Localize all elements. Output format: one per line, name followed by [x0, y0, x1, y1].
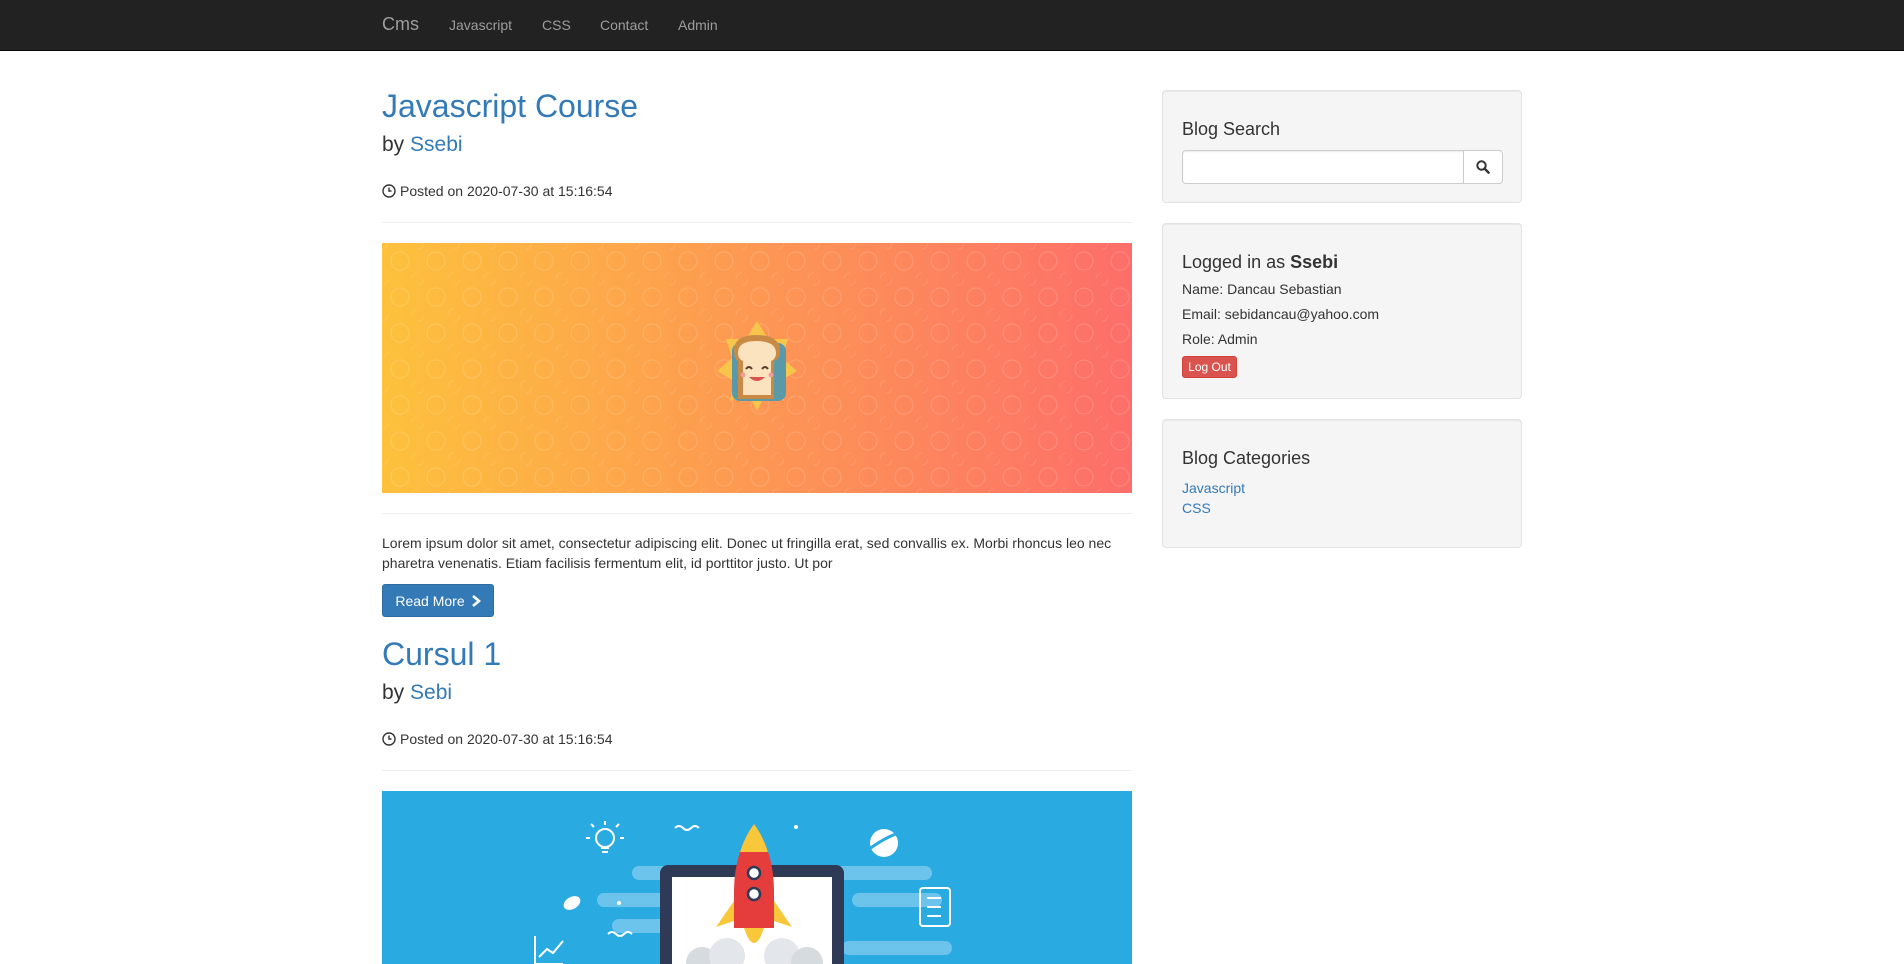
post-title[interactable]: Javascript Course — [382, 88, 638, 125]
post-date-text: Posted on 2020-07-30 at 15:16:54 — [400, 731, 613, 747]
post-title[interactable]: Cursul 1 — [382, 636, 501, 673]
nav-link-contact[interactable]: Contact — [600, 17, 648, 33]
byline-prefix: by — [382, 681, 405, 704]
byline-prefix: by — [382, 133, 405, 156]
post-date: Posted on 2020-07-30 at 15:16:54 — [382, 731, 613, 747]
search-icon — [1476, 160, 1490, 174]
category-link-javascript[interactable]: Javascript — [1182, 480, 1245, 496]
divider — [382, 513, 1132, 514]
logged-in-username: Ssebi — [1290, 252, 1339, 272]
nav-link-css[interactable]: CSS — [542, 17, 571, 33]
divider — [382, 222, 1132, 223]
post-byline: by Ssebi — [382, 133, 463, 157]
post-excerpt: Lorem ipsum dolor sit amet, consectetur … — [382, 535, 1112, 571]
post-author-link[interactable]: Ssebi — [410, 133, 463, 156]
logout-button[interactable]: Log Out — [1182, 356, 1237, 378]
post-image-toast — [382, 243, 1132, 493]
user-role: Role: Admin — [1182, 331, 1258, 347]
post-date-text: Posted on 2020-07-30 at 15:16:54 — [400, 183, 613, 199]
post-date: Posted on 2020-07-30 at 15:16:54 — [382, 183, 613, 199]
nav-link-javascript[interactable]: Javascript — [449, 17, 512, 33]
categories-heading: Blog Categories — [1182, 448, 1311, 468]
logged-in-heading: Logged in as Ssebi — [1182, 252, 1338, 273]
toast-banner-image — [382, 243, 1132, 493]
user-email: Email: sebidancau@yahoo.com — [1182, 306, 1380, 322]
blog-search-panel: Blog Search — [1162, 90, 1522, 203]
nav-link-admin[interactable]: Admin — [678, 17, 718, 33]
navbar-brand[interactable]: Cms — [382, 14, 419, 35]
user-name: Name: Dancau Sebastian — [1182, 281, 1342, 297]
post-image-rocket — [382, 791, 1132, 964]
rocket-banner-image — [382, 791, 1132, 964]
category-link-css[interactable]: CSS — [1182, 500, 1211, 516]
blog-categories-panel: Blog Categories Javascript CSS — [1162, 419, 1522, 548]
clock-icon — [382, 732, 396, 746]
search-heading: Blog Search — [1182, 119, 1281, 139]
top-navbar: Cms Javascript CSS Contact Admin — [0, 0, 1904, 51]
search-button[interactable] — [1463, 150, 1503, 184]
post-byline: by Sebi — [382, 681, 452, 705]
search-input[interactable] — [1182, 150, 1464, 184]
read-more-label: Read More — [395, 592, 465, 609]
clock-icon — [382, 184, 396, 198]
chevron-right-icon — [471, 594, 481, 607]
read-more-button[interactable]: Read More — [382, 584, 494, 617]
divider — [382, 770, 1132, 771]
logged-in-prefix: Logged in as — [1182, 252, 1286, 272]
user-info-panel: Logged in as Ssebi Name: Dancau Sebastia… — [1162, 223, 1522, 399]
post-author-link[interactable]: Sebi — [410, 681, 452, 704]
